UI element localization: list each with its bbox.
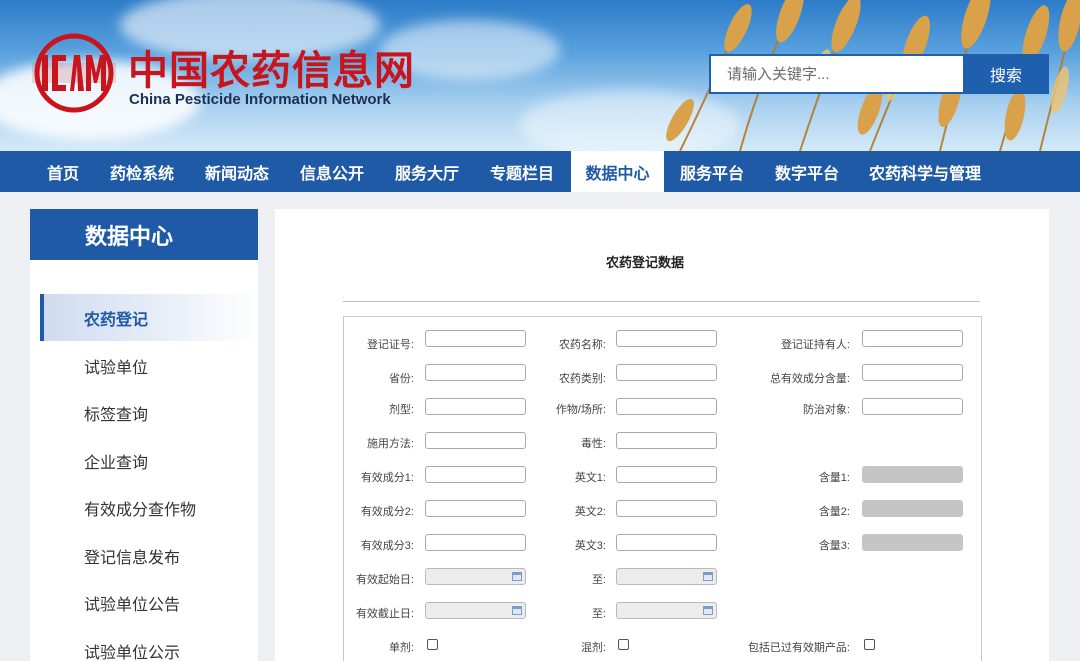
to-label-2: 至: bbox=[591, 608, 606, 620]
single-label: 单剂: bbox=[388, 642, 414, 654]
formulation-input[interactable] bbox=[425, 398, 526, 415]
ingredient3-input[interactable] bbox=[425, 534, 526, 551]
mixture-checkbox[interactable] bbox=[618, 639, 629, 650]
english2-input[interactable] bbox=[616, 500, 717, 517]
sidebar-item-ingredient-crop[interactable]: 有效成分查作物 bbox=[40, 484, 258, 531]
calendar-icon[interactable] bbox=[703, 572, 713, 581]
nav-item-digital-platform[interactable]: 数字平台 bbox=[766, 151, 848, 192]
crop-label: 作物/场所: bbox=[555, 404, 606, 416]
content3-label: 含量3: bbox=[818, 540, 850, 552]
crop-input[interactable] bbox=[616, 398, 717, 415]
content3-input[interactable] bbox=[862, 534, 963, 551]
main-nav: 首页 药检系统 新闻动态 信息公开 服务大厅 专题栏目 数据中心 服务平台 数字… bbox=[0, 151, 1080, 192]
category-label: 农药类别: bbox=[558, 373, 606, 385]
start-date-label: 有效起始日: bbox=[355, 574, 414, 586]
sidebar-item-unit-notice[interactable]: 试验单位公告 bbox=[40, 579, 258, 626]
english1-label: 英文1: bbox=[574, 472, 606, 484]
include-expired-label: 包括已过有效期产品: bbox=[747, 642, 850, 654]
content2-input[interactable] bbox=[862, 500, 963, 517]
content2-label: 含量2: bbox=[818, 506, 850, 518]
english1-input[interactable] bbox=[616, 466, 717, 483]
province-label: 省份: bbox=[388, 373, 414, 385]
sidebar-title: 数据中心 bbox=[30, 209, 258, 260]
province-input[interactable] bbox=[425, 364, 526, 381]
nav-item-news[interactable]: 新闻动态 bbox=[196, 151, 278, 192]
content1-label: 含量1: bbox=[818, 472, 850, 484]
search-input[interactable] bbox=[709, 54, 964, 94]
include-expired-checkbox[interactable] bbox=[864, 639, 875, 650]
search-form: 登记证号: 农药名称: 登记证持有人: 省份: 农药类别: 总有效成分含量: 剂… bbox=[343, 316, 982, 661]
sidebar-item-test-units[interactable]: 试验单位 bbox=[40, 342, 258, 389]
toxicity-input[interactable] bbox=[616, 432, 717, 449]
calendar-icon[interactable] bbox=[512, 572, 522, 581]
start-date-from-input[interactable] bbox=[425, 568, 526, 585]
header-banner: 中国农药信息网 China Pesticide Information Netw… bbox=[0, 0, 1080, 151]
ingredient1-label: 有效成分1: bbox=[360, 472, 414, 484]
reg-no-input[interactable] bbox=[425, 330, 526, 347]
site-title: 中国农药信息网 bbox=[128, 47, 415, 94]
nav-item-science[interactable]: 农药科学与管理 bbox=[862, 151, 988, 192]
end-date-from-input[interactable] bbox=[425, 602, 526, 619]
target-label: 防治对象: bbox=[802, 404, 850, 416]
main-panel: 农药登记数据 登记证号: 农药名称: 登记证持有人: 省份: 农药类别: 总有效… bbox=[275, 209, 1049, 661]
sidebar-item-unit-publicity[interactable]: 试验单位公示 bbox=[40, 627, 258, 661]
english2-label: 英文2: bbox=[574, 506, 606, 518]
name-input[interactable] bbox=[616, 330, 717, 347]
ingredient1-input[interactable] bbox=[425, 466, 526, 483]
reg-no-label: 登记证号: bbox=[366, 339, 414, 351]
site-subtitle: China Pesticide Information Network bbox=[129, 91, 391, 108]
calendar-icon[interactable] bbox=[703, 606, 713, 615]
sidebar: 农药登记 试验单位 标签查询 企业查询 有效成分查作物 登记信息发布 试验单位公… bbox=[30, 260, 258, 661]
category-input[interactable] bbox=[616, 364, 717, 381]
english3-label: 英文3: bbox=[574, 540, 606, 552]
holder-label: 登记证持有人: bbox=[780, 339, 850, 351]
nav-item-home[interactable]: 首页 bbox=[38, 151, 88, 192]
end-date-to-input[interactable] bbox=[616, 602, 717, 619]
calendar-icon[interactable] bbox=[512, 606, 522, 615]
sidebar-item-companies[interactable]: 企业查询 bbox=[40, 437, 258, 484]
sidebar-item-registration[interactable]: 农药登记 bbox=[40, 294, 258, 341]
single-checkbox[interactable] bbox=[427, 639, 438, 650]
name-label: 农药名称: bbox=[558, 339, 606, 351]
mixture-label: 混剂: bbox=[580, 642, 606, 654]
to-label-1: 至: bbox=[591, 574, 606, 586]
nav-item-topics[interactable]: 专题栏目 bbox=[481, 151, 563, 192]
ingredient2-label: 有效成分2: bbox=[360, 506, 414, 518]
sidebar-item-reg-release[interactable]: 登记信息发布 bbox=[40, 532, 258, 579]
start-date-to-input[interactable] bbox=[616, 568, 717, 585]
nav-item-data-center[interactable]: 数据中心 bbox=[571, 151, 664, 192]
page-title: 农药登记数据 bbox=[605, 255, 684, 270]
total-content-label: 总有效成分含量: bbox=[769, 373, 850, 385]
ingredient3-label: 有效成分3: bbox=[360, 540, 414, 552]
nav-item-service-hall[interactable]: 服务大厅 bbox=[386, 151, 468, 192]
method-input[interactable] bbox=[425, 432, 526, 449]
nav-item-disclosure[interactable]: 信息公开 bbox=[291, 151, 373, 192]
title-divider bbox=[343, 301, 980, 302]
method-label: 施用方法: bbox=[366, 438, 414, 450]
sidebar-item-labels[interactable]: 标签查询 bbox=[40, 389, 258, 436]
content1-input[interactable] bbox=[862, 466, 963, 483]
nav-item-service-platform[interactable]: 服务平台 bbox=[671, 151, 753, 192]
nav-item-inspection[interactable]: 药检系统 bbox=[101, 151, 183, 192]
formulation-label: 剂型: bbox=[388, 404, 414, 416]
total-content-input[interactable] bbox=[862, 364, 963, 381]
icama-logo-icon bbox=[32, 33, 116, 113]
search-button[interactable]: 搜索 bbox=[963, 54, 1049, 94]
english3-input[interactable] bbox=[616, 534, 717, 551]
target-input[interactable] bbox=[862, 398, 963, 415]
holder-input[interactable] bbox=[862, 330, 963, 347]
end-date-label: 有效截止日: bbox=[355, 608, 414, 620]
toxicity-label: 毒性: bbox=[580, 438, 606, 450]
ingredient2-input[interactable] bbox=[425, 500, 526, 517]
